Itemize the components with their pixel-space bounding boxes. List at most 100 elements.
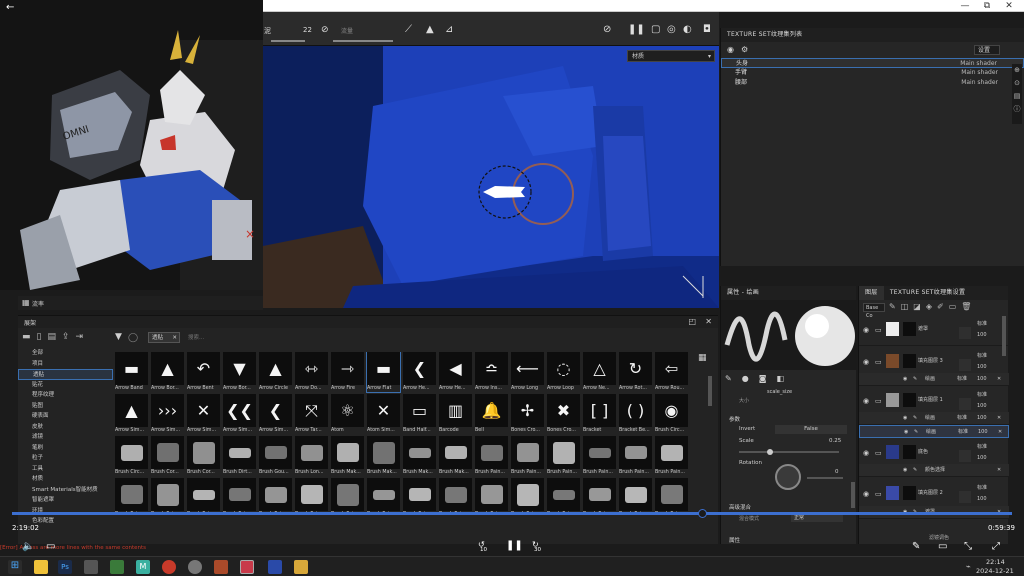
scale-slider[interactable] (739, 451, 839, 453)
asset-tile[interactable]: Brush Mak... (367, 436, 400, 476)
layer-blend-mode[interactable]: 标准 (977, 391, 987, 398)
material-icon[interactable]: ● (742, 374, 749, 383)
asset-tile[interactable]: ▲ Arrow Circle (259, 352, 292, 392)
params-section-header[interactable]: 参数 (729, 415, 740, 423)
scale-slider-handle[interactable] (767, 449, 773, 455)
settings-icon[interactable]: ⚙ (741, 45, 748, 54)
effect-visibility-icon[interactable]: ◉ (903, 412, 907, 425)
effect-visibility-icon[interactable]: ◉ (904, 426, 908, 439)
substance-painter-icon[interactable] (240, 560, 254, 574)
zoom-icon[interactable]: ⊙ (1012, 77, 1022, 90)
asset-tile[interactable]: △ Arrow Ne... (583, 352, 616, 392)
effect-opacity[interactable]: 100 (977, 412, 987, 425)
asset-tile[interactable]: ↶ Arrow Bent (187, 352, 220, 392)
asset-tile[interactable]: Brush Pain... (475, 436, 508, 476)
visibility-icon[interactable]: ◉ (863, 358, 869, 366)
filter-icon[interactable]: ▼ (115, 332, 122, 342)
asset-tile[interactable]: ≏ Arrow Ins... (475, 352, 508, 392)
asset-tile[interactable]: Brush Mak... (439, 436, 472, 476)
shelf-category-item[interactable]: 智能遮罩 (18, 495, 113, 506)
pause-icon[interactable]: ❚❚ (628, 24, 645, 35)
asset-tile[interactable]: Brush Pain... (547, 436, 580, 476)
layer-opacity[interactable]: 100 (977, 455, 987, 461)
app-icon[interactable] (294, 560, 308, 574)
asset-tile[interactable]: ▲ Arrow Bor... (151, 352, 184, 392)
link-icon[interactable]: ⊘ (321, 25, 329, 35)
asset-tile[interactable]: ( ) Bracket Be... (619, 394, 652, 434)
asset-tile[interactable]: ◀ Arrow He... (439, 352, 472, 392)
asset-tile[interactable]: ⇾ Arrow Fire (331, 352, 364, 392)
effect-blend-mode[interactable]: 标准 (957, 412, 967, 425)
asset-tile[interactable]: ◉ Brush Circ... (655, 394, 688, 434)
add-mask-icon[interactable]: ◪ (913, 302, 921, 311)
asset-tile[interactable]: ✕ Atom Sim... (367, 394, 400, 434)
size-slider[interactable] (271, 40, 305, 42)
screenshot-icon[interactable]: ◘ (703, 24, 711, 35)
layer-opacity[interactable]: 100 (977, 496, 987, 502)
texture-set-row[interactable]: 腰部 Main shader (721, 78, 1024, 88)
camera-off-icon[interactable]: ⊘ (603, 24, 611, 35)
restore-button[interactable]: ⧉ (976, 0, 998, 12)
asset-tile[interactable]: ⇿ Arrow Do... (295, 352, 328, 392)
asset-tile[interactable]: ▬ Arrow Flat (366, 352, 401, 393)
visibility-icon[interactable]: ◉ (863, 326, 869, 334)
effect-opacity[interactable]: 100 (977, 373, 987, 386)
layer-effect-row[interactable]: ◉ ✎ 绘画 标准 100 ✕ (859, 425, 1009, 438)
layer-blend-mode[interactable]: 标准 (977, 320, 987, 327)
blend-section-header[interactable]: 高级混合 (729, 503, 751, 511)
database-icon[interactable]: ▤ (47, 332, 56, 342)
pen-icon[interactable]: ✎ (912, 541, 920, 552)
asset-tile[interactable]: ⟵ Arrow Long (511, 352, 544, 392)
layer-blend-mode[interactable]: 标准 (977, 484, 987, 491)
alpha-icon[interactable]: ◙ (759, 374, 767, 383)
texture-set-shader[interactable]: Main shader (961, 68, 998, 78)
asset-tile[interactable]: Brush Circ... (115, 436, 148, 476)
subtitle-icon[interactable]: ▭ (46, 541, 55, 552)
asset-tile[interactable]: 🔔 Bell (475, 394, 508, 434)
asset-tile[interactable]: Brush Pain... (511, 436, 544, 476)
clock-time[interactable]: 22:14 (986, 558, 1005, 566)
asset-tile[interactable]: ✕ Arrow Sim... (187, 394, 220, 434)
asset-tile[interactable]: Brush Pain... (583, 436, 616, 476)
texture-set-row[interactable]: 头身 Main shader (721, 58, 1024, 68)
folder-icon[interactable]: ▭ (949, 302, 957, 311)
brush-tool-icon[interactable]: ✎ (725, 374, 732, 383)
scale-value[interactable]: 0.25 (829, 438, 841, 444)
shape-icon[interactable]: ◎ (667, 24, 676, 35)
shelf-category-item[interactable]: 硬表面 (18, 411, 113, 422)
video-progress-bar[interactable] (12, 512, 1012, 515)
shelf-category-item[interactable]: 贴花 (18, 380, 113, 391)
asset-tile[interactable]: Brush Dirt... (223, 436, 256, 476)
collapse-icon[interactable]: ⤡ (964, 541, 972, 552)
app-icon[interactable] (162, 560, 176, 574)
layer-opacity[interactable]: 100 (977, 403, 987, 409)
tag-close-icon[interactable]: ✕ (172, 333, 177, 343)
add-fill-icon[interactable]: ◫ (901, 302, 909, 311)
size-value[interactable]: 22 (303, 26, 312, 34)
asset-tile[interactable]: ❮❮ Arrow Sim... (223, 394, 256, 434)
popout-icon[interactable]: ◰ (688, 317, 696, 326)
layer-effect-row[interactable]: ◉ ✎ 绘画 标准 100 ✕ (859, 373, 1009, 386)
cast-icon[interactable]: ▭ (938, 541, 947, 552)
asset-tile[interactable]: ▼ Arrow Bor... (223, 352, 256, 392)
asset-tile[interactable]: ▬ Arrow Band (115, 352, 148, 392)
asset-tile[interactable]: ⤧ Arrow Tar... (295, 394, 328, 434)
visibility-icon[interactable]: ◉ (863, 490, 869, 498)
shelf-scrollbar[interactable] (708, 376, 712, 406)
layer-effect-row[interactable]: ◉ ✎ 颜色选择 ✕ (859, 464, 1009, 477)
pause-button[interactable]: ❚❚ (506, 540, 523, 551)
asset-tile[interactable]: ▭ Band Half... (403, 394, 436, 434)
shelf-category-item[interactable]: 笔刷 (18, 443, 113, 454)
start-icon[interactable]: ⊞ (8, 560, 22, 574)
effect-close-icon[interactable]: ✕ (997, 373, 1001, 386)
layer-opacity[interactable]: 100 (977, 364, 987, 370)
layer-opacity[interactable]: 100 (977, 332, 987, 338)
asset-tile[interactable]: Brush Mak... (331, 436, 364, 476)
asset-tile[interactable]: Brush Pain... (619, 436, 652, 476)
filter-tag[interactable]: 透贴 ✕ (148, 332, 180, 343)
asset-tile[interactable]: ✢ Bones Cro... (511, 394, 544, 434)
asset-tile[interactable]: ❮ Arrow Sim... (259, 394, 292, 434)
layers-scrollbar[interactable] (1002, 316, 1006, 356)
app-icon[interactable] (110, 560, 124, 574)
clock-date[interactable]: 2024-12-21 (976, 567, 1014, 575)
